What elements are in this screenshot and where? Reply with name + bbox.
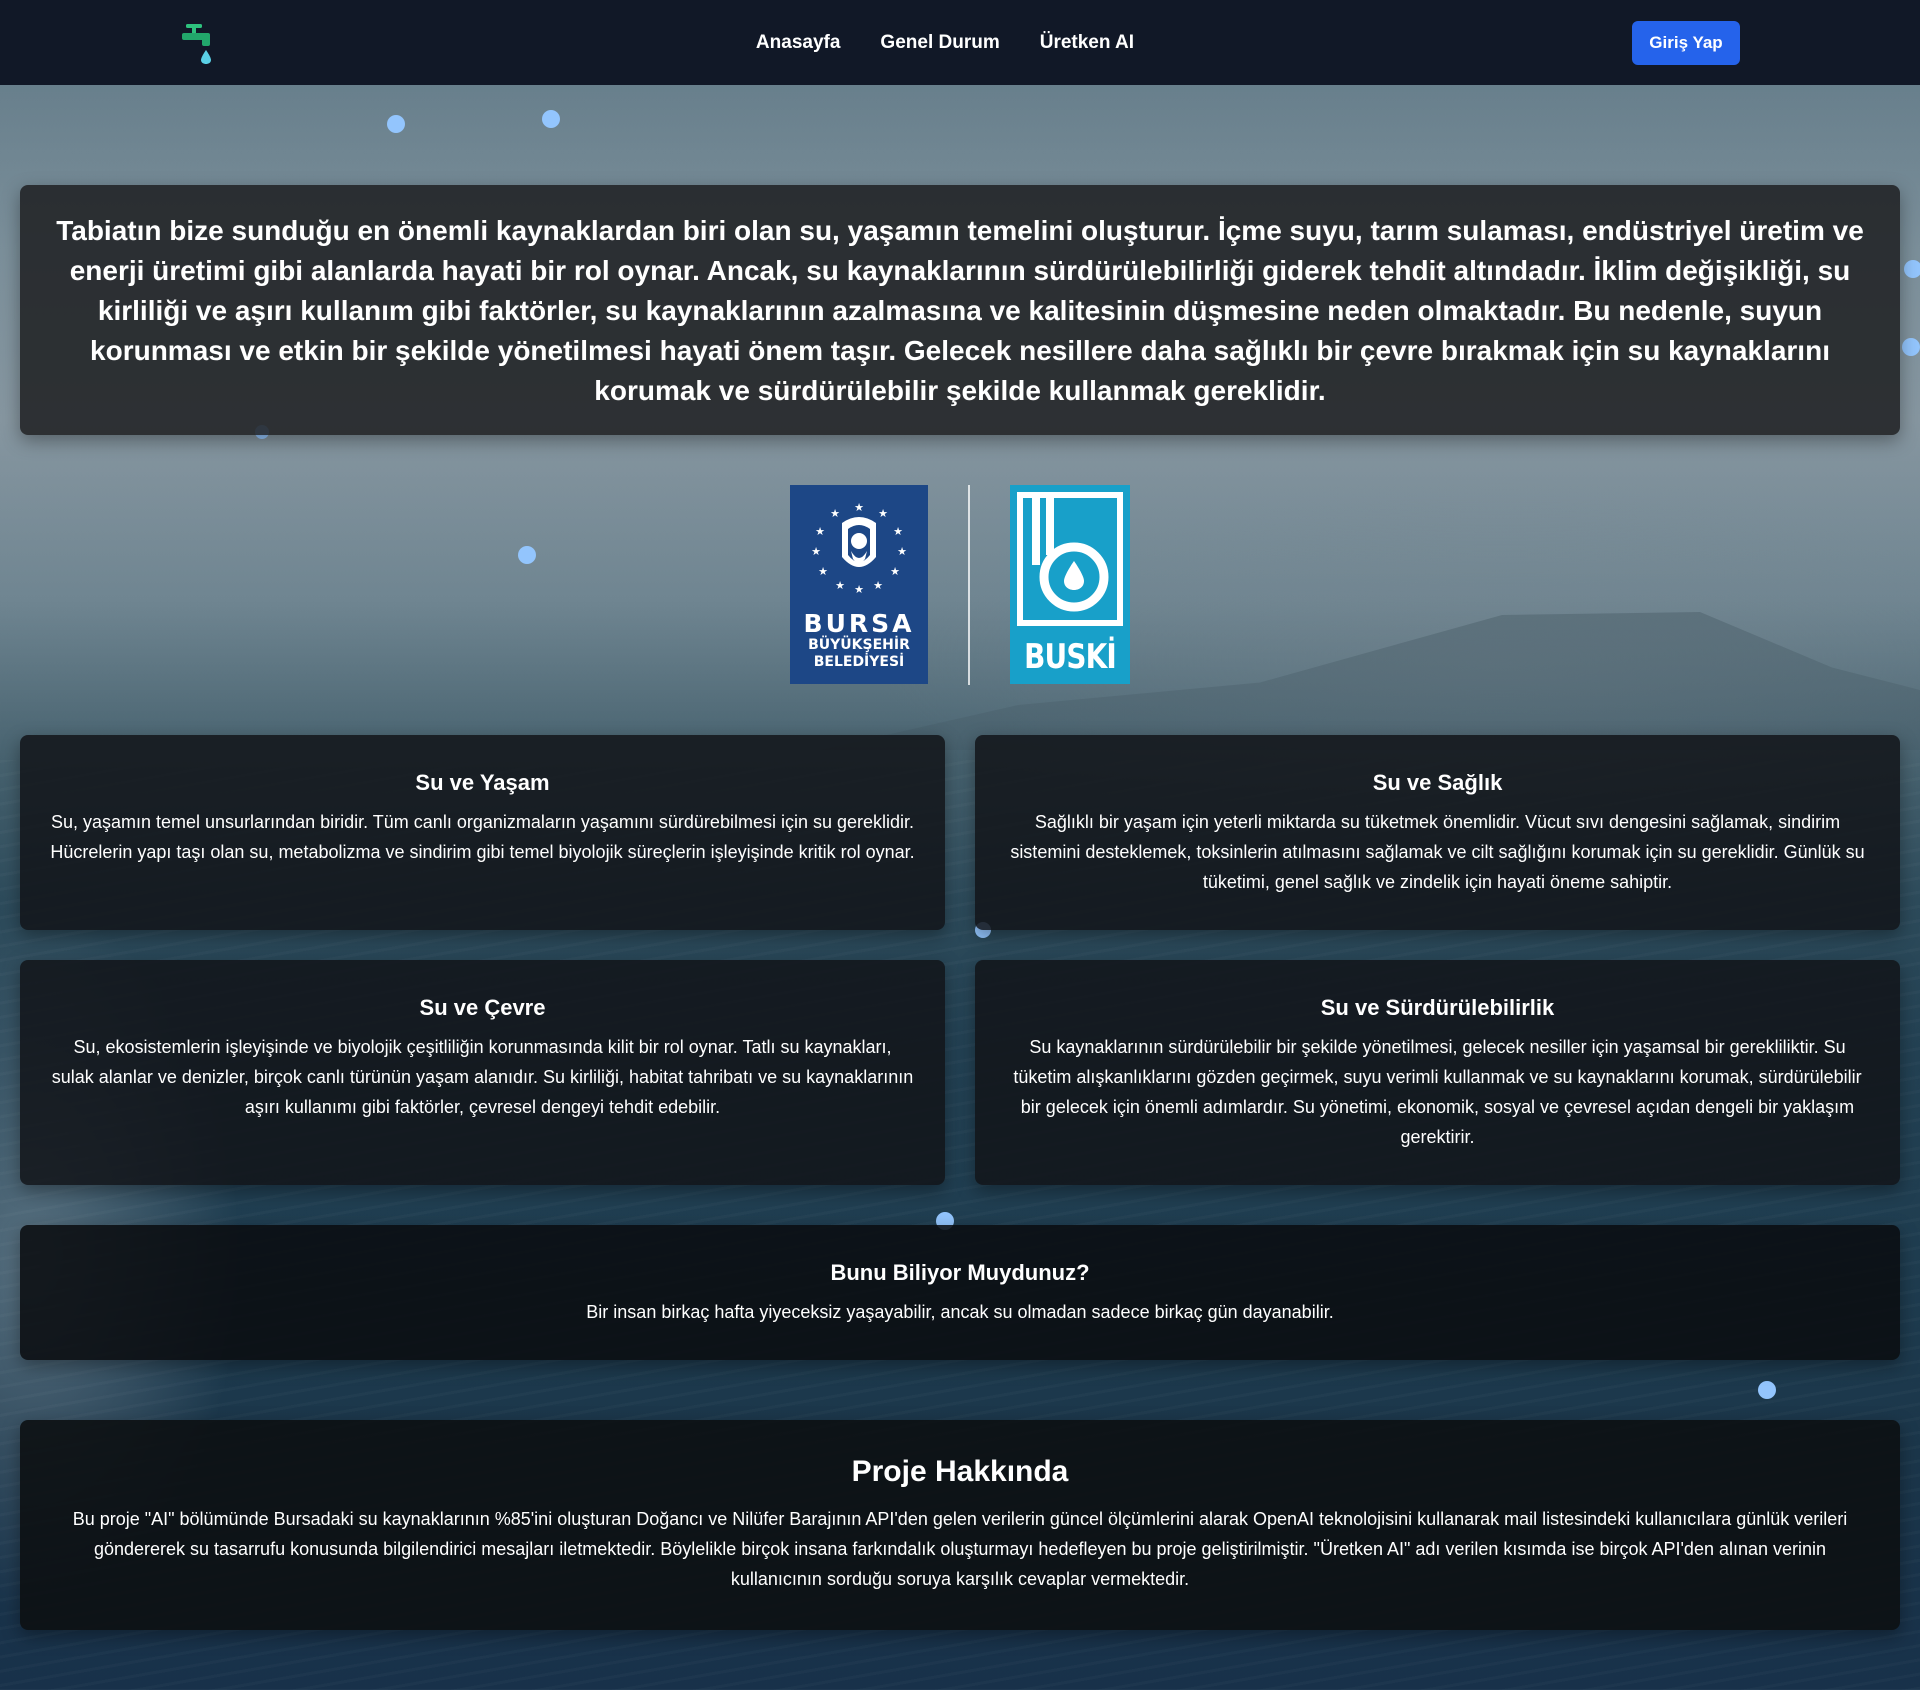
bursa-line1: BURSA xyxy=(803,609,915,638)
about-title: Proje Hakkında xyxy=(851,1455,1069,1488)
nav-link-general-status[interactable]: Genel Durum xyxy=(880,32,999,54)
svg-text:★: ★ xyxy=(835,579,845,592)
logo-divider xyxy=(968,485,970,685)
card-water-and-health: Su ve Sağlık Sağlıklı bir yaşam için yet… xyxy=(975,735,1900,930)
bursa-buyuksehir-logo: ★ ★ ★ ★ ★ ★ ★ ★ ★ ★ ★ ★ BURSA BÜYÜKŞEHİR… xyxy=(790,485,928,684)
card-title: Su ve Çevre xyxy=(419,995,546,1020)
card-text: Bir insan birkaç hafta yiyeceksiz yaşaya… xyxy=(586,1302,1334,1322)
buski-emblem-icon xyxy=(1017,492,1123,626)
svg-text:★: ★ xyxy=(873,579,883,592)
buski-logo: BUSKİ xyxy=(1010,485,1130,684)
navbar: Anasayfa Genel Durum Üretken AI Giriş Ya… xyxy=(0,0,1920,85)
svg-text:★: ★ xyxy=(893,525,903,538)
svg-text:★: ★ xyxy=(878,507,888,520)
decorative-dot xyxy=(387,115,405,133)
bursa-line3: BELEDİYESİ xyxy=(813,654,905,670)
card-text: Su kaynaklarının sürdürülebilir bir şeki… xyxy=(1013,1037,1862,1147)
login-button[interactable]: Giriş Yap xyxy=(1632,21,1740,65)
svg-text:★: ★ xyxy=(854,501,864,514)
about-project-panel: Proje Hakkında Bu proje "AI" bölümünde B… xyxy=(20,1420,1900,1630)
svg-text:★: ★ xyxy=(818,565,828,578)
about-text: Bu proje "AI" bölümünde Bursadaki su kay… xyxy=(72,1509,1848,1589)
card-text: Su, yaşamın temel unsurlarından biridir.… xyxy=(50,812,915,862)
card-title: Su ve Sağlık xyxy=(1372,770,1503,795)
buski-wordmark: BUSKİ xyxy=(1024,637,1117,677)
nav-link-home[interactable]: Anasayfa xyxy=(756,32,841,54)
intro-panel: Tabiatın bize sunduğu en önemli kaynakla… xyxy=(20,185,1900,435)
card-water-and-sustainability: Su ve Sürdürülebilirlik Su kaynaklarının… xyxy=(975,960,1900,1185)
svg-text:★: ★ xyxy=(811,545,821,558)
card-text: Sağlıklı bir yaşam için yeterli miktarda… xyxy=(1010,812,1865,892)
card-title: Su ve Yaşam xyxy=(415,770,550,795)
card-text: Su, ekosistemlerin işleyişinde ve biyolo… xyxy=(51,1037,914,1117)
card-title: Bunu Biliyor Muydunuz? xyxy=(830,1260,1090,1285)
svg-text:★: ★ xyxy=(897,545,907,558)
card-water-and-environment: Su ve Çevre Su, ekosistemlerin işleyişin… xyxy=(20,960,945,1185)
card-water-and-life: Su ve Yaşam Su, yaşamın temel unsurların… xyxy=(20,735,945,930)
decorative-dot xyxy=(1904,260,1920,278)
card-title: Su ve Sürdürülebilirlik xyxy=(1320,995,1555,1020)
decorative-dot xyxy=(518,546,536,564)
decorative-dot xyxy=(1758,1381,1776,1399)
card-did-you-know: Bunu Biliyor Muydunuz? Bir insan birkaç … xyxy=(20,1225,1900,1360)
intro-text: Tabiatın bize sunduğu en önemli kaynakla… xyxy=(56,215,1864,406)
mountain-background xyxy=(820,612,1920,750)
decorative-dot xyxy=(542,110,560,128)
svg-text:★: ★ xyxy=(890,565,900,578)
svg-text:★: ★ xyxy=(830,507,840,520)
decorative-dot xyxy=(1902,338,1920,356)
bursa-line2: BÜYÜKŞEHİR xyxy=(808,637,910,653)
nav-link-generative-ai[interactable]: Üretken AI xyxy=(1040,32,1134,54)
bursa-emblem-icon: ★ ★ ★ ★ ★ ★ ★ ★ ★ ★ ★ ★ xyxy=(811,501,907,595)
svg-text:★: ★ xyxy=(854,583,864,595)
svg-text:★: ★ xyxy=(815,525,825,538)
